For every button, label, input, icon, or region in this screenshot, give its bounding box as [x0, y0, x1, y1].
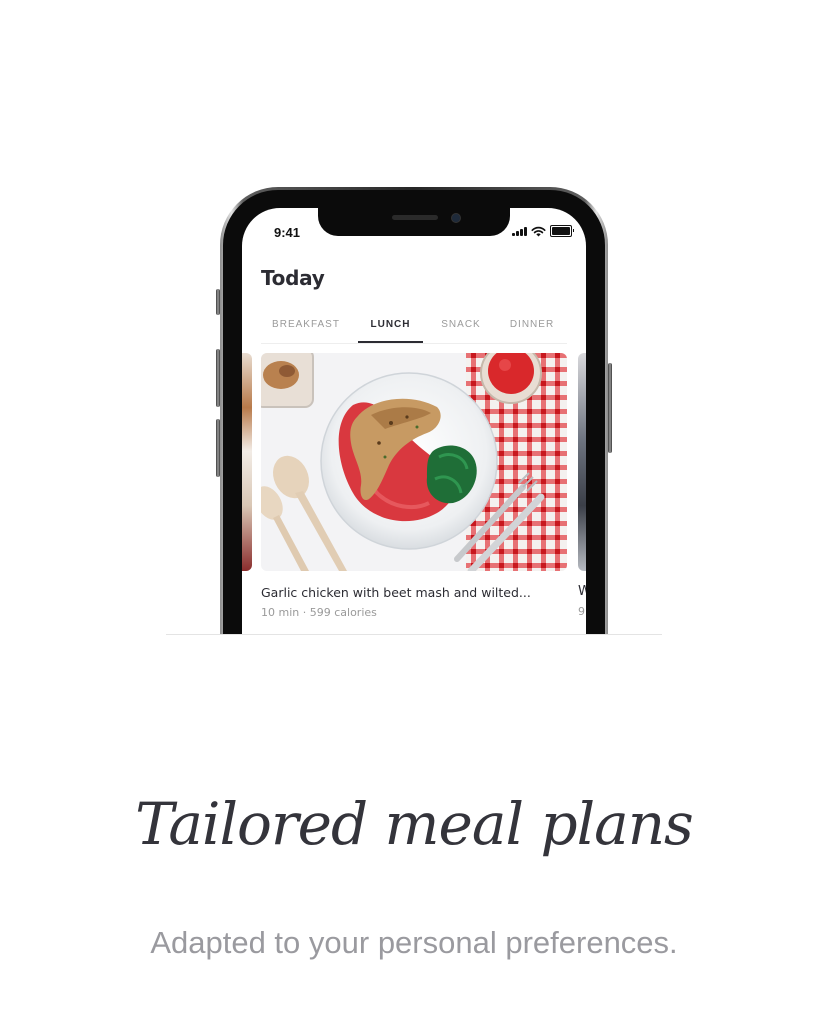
onboarding-slide: 9:41 Today BREAKFAST LUNCH SNACK DINNER …	[0, 0, 828, 1011]
phone-screen: 9:41 Today BREAKFAST LUNCH SNACK DINNER …	[242, 208, 586, 635]
phone-notch	[318, 208, 510, 236]
speaker-grille	[392, 215, 438, 220]
power-button	[608, 363, 612, 453]
tab-dinner[interactable]: DINNER	[497, 319, 567, 330]
status-time: 9:41	[274, 225, 301, 240]
next-meal-card-peek[interactable]	[578, 353, 586, 571]
tab-snack[interactable]: SNACK	[429, 319, 493, 330]
next-card-title-peek: W	[578, 584, 586, 599]
status-icons	[512, 225, 574, 237]
meal-card-image[interactable]	[261, 353, 567, 571]
section-divider	[166, 634, 662, 635]
battery-icon	[550, 225, 574, 237]
meal-card-title[interactable]: Garlic chicken with beet mash and wilted…	[261, 585, 571, 600]
tab-breakfast[interactable]: BREAKFAST	[261, 319, 351, 330]
next-card-meta-peek: 9	[578, 605, 585, 618]
subtitle: Adapted to your personal preferences.	[150, 925, 678, 960]
phone-mockup: 9:41 Today BREAKFAST LUNCH SNACK DINNER …	[214, 183, 614, 635]
meal-card-meta: 10 min · 599 calories	[261, 606, 377, 619]
previous-meal-card-peek[interactable]	[242, 353, 252, 571]
headline: Tailored meal plans	[135, 790, 694, 858]
meal-tabs: BREAKFAST LUNCH SNACK DINNER	[261, 315, 567, 344]
active-tab-indicator	[358, 341, 423, 343]
tab-lunch[interactable]: LUNCH	[358, 319, 423, 330]
cellular-signal-icon	[512, 226, 527, 236]
front-camera	[451, 213, 461, 223]
wifi-icon	[531, 226, 546, 236]
page-title: Today	[261, 266, 325, 290]
garlic-chicken-photo	[261, 353, 567, 571]
